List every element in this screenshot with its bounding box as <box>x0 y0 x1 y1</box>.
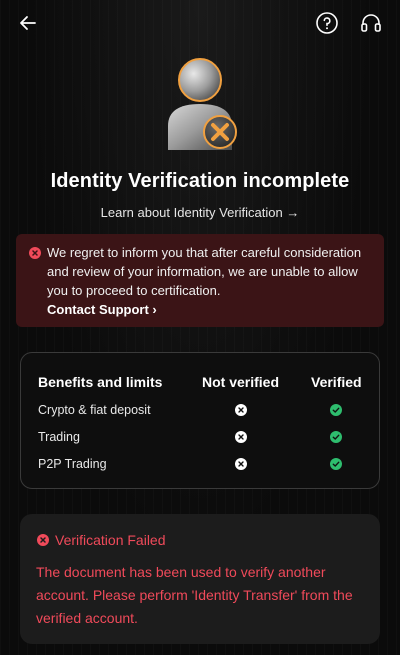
back-arrow-icon <box>20 16 36 30</box>
verification-failed-illustration <box>160 54 244 154</box>
benefit-label: Crypto & fiat deposit <box>38 403 151 417</box>
cross-icon <box>235 404 247 416</box>
error-icon <box>37 534 49 546</box>
headset-icon <box>361 14 381 32</box>
benefits-header: Benefits and limits <box>38 374 163 390</box>
table-row: P2P Trading <box>21 455 381 475</box>
failed-message: The document has been used to verify ano… <box>36 564 353 626</box>
cross-icon <box>235 431 247 443</box>
check-icon <box>330 431 342 443</box>
back-button[interactable] <box>16 11 40 35</box>
page-title: Identity Verification incomplete <box>50 170 350 192</box>
verification-failed-card: Verification Failed The document has bee… <box>20 514 380 644</box>
rejection-alert: We regret to inform you that after caref… <box>16 234 384 327</box>
table-row: Trading <box>21 428 381 448</box>
support-button[interactable] <box>359 11 383 35</box>
rejection-message: We regret to inform you that after caref… <box>47 245 362 298</box>
verification-page: Identity Verification incomplete Learn a… <box>0 0 400 655</box>
user-verification-failed-icon <box>168 58 237 150</box>
not-verified-header: Not verified <box>202 374 280 390</box>
benefit-label: Trading <box>38 430 80 444</box>
verified-header: Verified <box>311 374 362 390</box>
check-icon <box>330 404 342 416</box>
error-icon <box>29 247 41 259</box>
table-row: Crypto & fiat deposit <box>21 401 381 421</box>
cross-icon <box>235 458 247 470</box>
help-button[interactable] <box>315 11 339 35</box>
benefits-table: Benefits and limits Not verified Verifie… <box>20 352 380 489</box>
failed-title: Verification Failed <box>55 532 166 548</box>
check-icon <box>330 458 342 470</box>
contact-support-link[interactable]: Contact Support › <box>47 302 157 317</box>
help-circle-icon <box>316 12 338 34</box>
learn-identity-verification-link[interactable]: Learn about Identity Verification → <box>0 205 400 220</box>
top-bar <box>0 0 400 46</box>
benefit-label: P2P Trading <box>38 457 107 471</box>
